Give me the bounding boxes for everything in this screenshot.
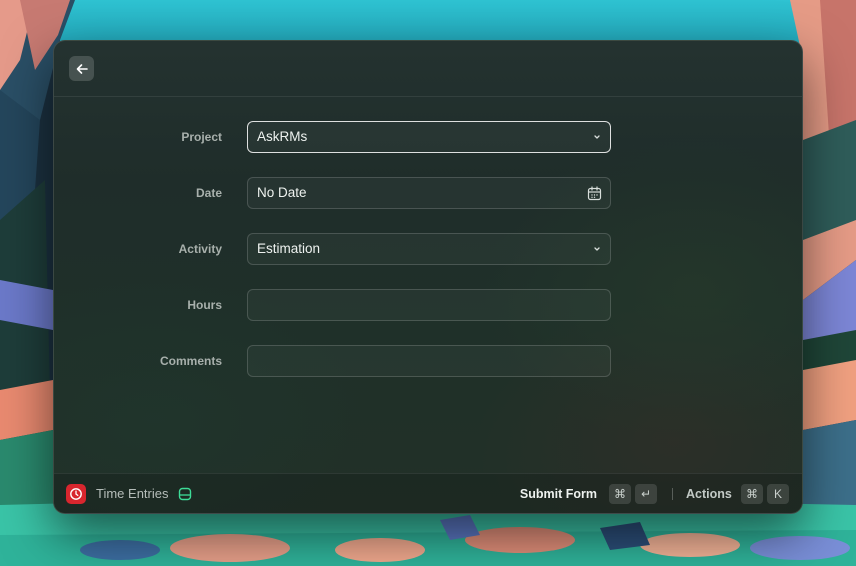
project-label: Project (181, 130, 222, 144)
activity-dropdown[interactable]: Estimation (247, 233, 611, 265)
hours-label: Hours (187, 298, 222, 312)
activity-row: Activity Estimation (54, 233, 802, 265)
date-picker[interactable]: No Date (247, 177, 611, 209)
app-icon (66, 484, 86, 504)
command-key: ⌘ (741, 484, 763, 504)
date-label: Date (195, 186, 222, 200)
date-value: No Date (257, 185, 307, 200)
drive-icon (178, 487, 192, 501)
project-value: AskRMs (257, 129, 308, 144)
comments-label: Comments (159, 354, 222, 368)
comments-row: Comments (54, 345, 802, 377)
date-row: Date No Date (54, 177, 802, 209)
project-dropdown[interactable]: AskRMs (247, 121, 611, 153)
action-bar: Time Entries Submit Form ⌘ ↵ Actions ⌘ K (54, 473, 802, 513)
clock-icon (70, 488, 82, 500)
back-button[interactable] (69, 56, 94, 81)
actions-button[interactable]: Actions (686, 474, 732, 513)
divider (672, 488, 673, 500)
comments-input[interactable] (247, 345, 611, 377)
calendar-icon[interactable] (587, 185, 602, 201)
navigation-bar (54, 41, 802, 97)
arrow-left-icon (76, 63, 88, 74)
hours-input[interactable] (247, 289, 611, 321)
submit-form-button[interactable]: Submit Form (520, 474, 597, 513)
return-key: ↵ (635, 484, 657, 504)
project-row: Project AskRMs (54, 121, 802, 153)
activity-label: Activity (178, 242, 222, 256)
app-window: Project AskRMs Date No Date Activity Est… (53, 40, 803, 514)
hours-row: Hours (54, 289, 802, 321)
chevron-down-icon (594, 247, 600, 251)
chevron-down-icon (594, 135, 600, 139)
app-name: Time Entries (96, 486, 169, 501)
command-key: ⌘ (609, 484, 631, 504)
k-key: K (767, 484, 789, 504)
activity-value: Estimation (257, 241, 321, 256)
